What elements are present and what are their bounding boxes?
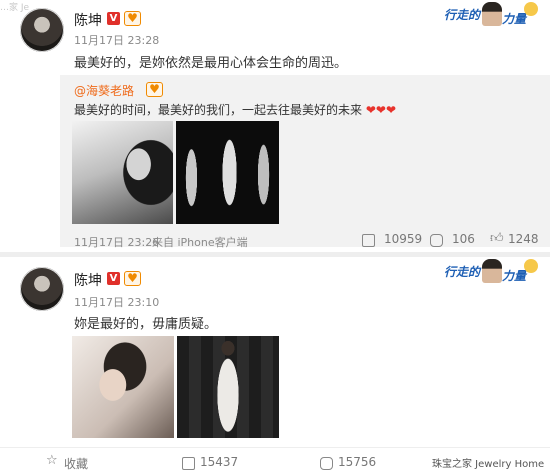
member-badge-icon: ♥ [124,11,141,26]
repost-count[interactable]: 15437 [200,455,238,469]
heart-emoji-icon: ❤❤❤ [365,103,397,117]
repost-action-bar: 10959 106 👍︎ 1248 [362,231,542,248]
promo-text-right: 力量 [502,269,527,283]
avatar[interactable] [20,267,64,311]
favorite-label[interactable]: 收藏 [64,455,88,472]
repost-icon[interactable] [362,234,375,247]
author-name[interactable]: 陈坤 [74,270,102,290]
post-time[interactable]: 11月17日 23:28 [74,32,159,48]
repost-author-link[interactable]: @海葵老路 [74,82,134,99]
repost-text-row: 最美好的时间，最美好的我们，一起去往最美好的未来 ❤❤❤ [74,101,396,118]
post-photo-2[interactable] [177,336,279,438]
watermark-top: …家 Je [0,3,30,13]
avatar[interactable] [20,8,64,52]
comment-count[interactable]: 15756 [338,455,376,469]
like-icon[interactable]: 👍︎ [490,231,504,246]
promo-banner[interactable]: 行走的 力量 [444,259,544,285]
post-time[interactable]: 11月17日 23:10 [74,294,159,310]
watermark: 珠宝之家 Jewelry Home [432,459,545,470]
promo-text-left: 行走的 [444,265,481,279]
promo-person-icon [482,259,502,283]
post-text: 最美好的，是妳依然是最用心体会生命的周迅。 [74,56,348,71]
sun-icon [524,259,538,273]
comment-icon[interactable] [430,234,443,247]
action-divider [0,447,550,448]
promo-text-right: 力量 [502,12,527,26]
verified-badge-icon: V [107,272,120,285]
repost-photo-1[interactable] [72,121,173,224]
comment-count[interactable]: 106 [452,232,475,246]
post-text: 妳是最好的，毋庸质疑。 [74,317,218,332]
repost-photo-2[interactable] [176,121,279,224]
repost-text: 最美好的时间，最美好的我们，一起去往最美好的未来 [74,103,363,117]
repost-source: 来自 iPhone客户端 [152,236,248,249]
star-icon[interactable]: ☆ [46,453,58,468]
promo-banner[interactable]: 行走的 力量 [444,2,544,28]
repost-time[interactable]: 11月17日 23:26 [74,234,159,250]
promo-text-left: 行走的 [444,8,481,22]
repost-count[interactable]: 10959 [384,232,422,246]
post-photo-1[interactable] [72,336,174,438]
post-divider [0,252,550,257]
comment-icon[interactable] [320,457,333,470]
repost-icon[interactable] [182,457,195,470]
member-badge-icon: ♥ [146,82,163,97]
sun-icon [524,2,538,16]
like-count[interactable]: 1248 [508,232,539,246]
member-badge-icon: ♥ [124,271,141,286]
author-name[interactable]: 陈坤 [74,10,102,30]
verified-badge-icon: V [107,12,120,25]
promo-person-icon [482,2,502,26]
